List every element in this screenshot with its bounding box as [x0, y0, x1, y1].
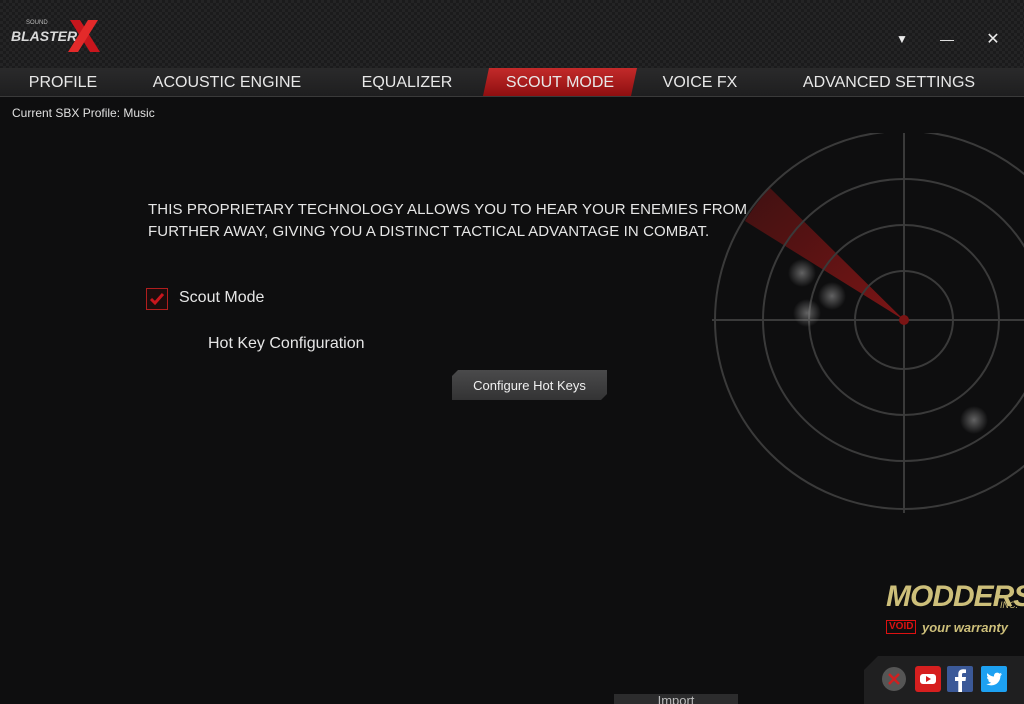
configure-hotkeys-button[interactable]: Configure Hot Keys [452, 370, 607, 400]
scout-description-line2: FURTHER AWAY, GIVING YOU A DISTINCT TACT… [148, 223, 710, 240]
youtube-icon[interactable] [915, 666, 941, 692]
tab-bar: PROFILE ACOUSTIC ENGINE EQUALIZER SCOUT … [0, 68, 1024, 97]
close-button[interactable]: ✕ [980, 26, 1006, 52]
scout-description-line1: THIS PROPRIETARY TECHNOLOGY ALLOWS YOU T… [148, 201, 748, 218]
checkmark-icon [149, 293, 165, 306]
import-button[interactable]: Import [614, 694, 738, 704]
watermark-void: VOID [886, 620, 917, 634]
tab-voice-fx[interactable]: VOICE FX [656, 68, 744, 96]
tab-scout-mode[interactable]: SCOUT MODE [483, 68, 637, 96]
facebook-icon[interactable] [947, 666, 973, 692]
watermark-tagline: your warranty [922, 620, 1008, 635]
radar-graphic [712, 133, 1024, 513]
title-bar: SOUND BLASTER ▼ — ✕ [0, 0, 1024, 68]
logo-x-icon [68, 20, 100, 52]
tab-profile[interactable]: PROFILE [22, 68, 104, 96]
scout-mode-label: Scout Mode [179, 289, 265, 306]
modders-inc-watermark: MODDERS INC. VOID your warranty [880, 578, 1024, 642]
close-circle-icon[interactable] [881, 666, 907, 692]
logo-prefix: SOUND [26, 20, 48, 26]
watermark-inc: INC. [1000, 600, 1018, 610]
dropdown-button[interactable]: ▼ [889, 26, 915, 52]
hotkey-config-label: Hot Key Configuration [208, 335, 365, 352]
sound-blasterx-logo: SOUND BLASTER [8, 14, 104, 60]
scout-mode-checkbox[interactable] [146, 288, 168, 310]
twitter-icon[interactable] [981, 666, 1007, 692]
current-profile-label: Current SBX Profile: Music [12, 106, 155, 120]
tab-acoustic-engine[interactable]: ACOUSTIC ENGINE [150, 68, 304, 96]
scout-description: THIS PROPRIETARY TECHNOLOGY ALLOWS YOU T… [148, 199, 748, 243]
minimize-button[interactable]: — [934, 26, 960, 52]
tab-advanced-settings[interactable]: ADVANCED SETTINGS [800, 68, 978, 96]
tab-equalizer[interactable]: EQUALIZER [356, 68, 458, 96]
